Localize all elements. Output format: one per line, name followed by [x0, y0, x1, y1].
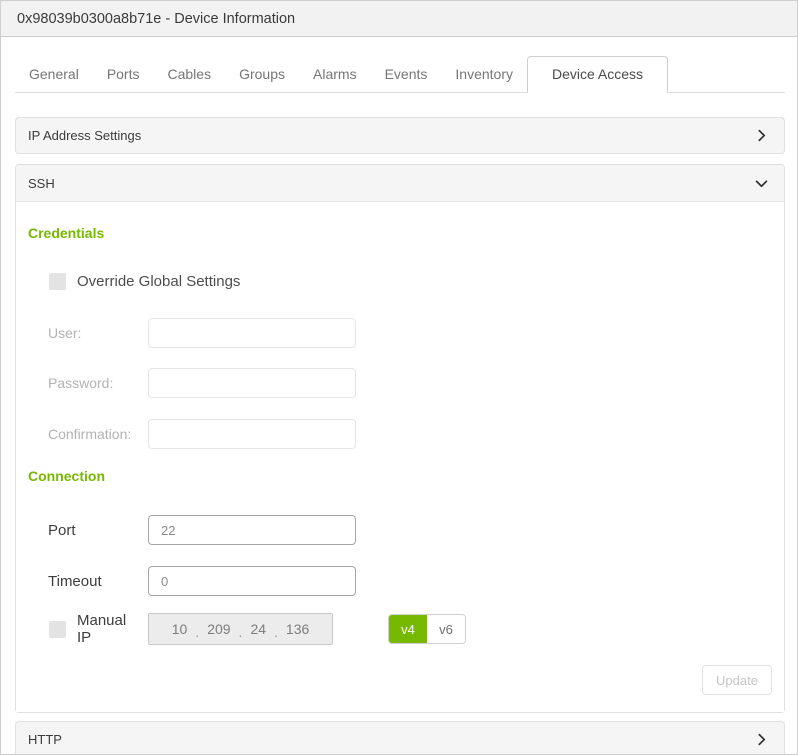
override-global-settings-checkbox[interactable] — [49, 273, 66, 290]
update-button-row: Update — [28, 665, 772, 695]
tab-bar: General Ports Cables Groups Alarms Event… — [15, 56, 785, 93]
credentials-heading: Credentials — [28, 226, 772, 240]
http-label: HTTP — [28, 732, 62, 747]
ip-address-settings-panel: IP Address Settings — [15, 117, 785, 154]
chevron-right-icon — [755, 733, 768, 746]
dialog-content: General Ports Cables Groups Alarms Event… — [1, 56, 797, 755]
user-label: User: — [48, 325, 148, 341]
http-header[interactable]: HTTP — [15, 721, 785, 755]
tab-inventory[interactable]: Inventory — [441, 57, 527, 92]
override-global-settings-label: Override Global Settings — [77, 273, 240, 290]
dialog-titlebar: 0x98039b0300a8b71e - Device Information — [1, 1, 797, 37]
ip-version-toggle: v4 v6 — [388, 614, 466, 644]
ssh-header[interactable]: SSH — [16, 165, 784, 202]
tab-device-access[interactable]: Device Access — [527, 56, 668, 93]
confirmation-input[interactable] — [148, 419, 356, 449]
port-input[interactable] — [148, 515, 356, 545]
tab-general[interactable]: General — [15, 57, 93, 92]
ssh-panel: SSH Credentials Override Global Settings… — [15, 164, 785, 713]
manual-ip-label: Manual IP — [77, 612, 137, 646]
tab-ports[interactable]: Ports — [93, 57, 154, 92]
port-field-row: Port — [48, 515, 772, 545]
chevron-right-icon — [755, 129, 768, 142]
ip-version-v4-button[interactable]: v4 — [389, 615, 427, 643]
dialog-title: 0x98039b0300a8b71e - Device Information — [17, 11, 295, 27]
chevron-down-icon — [755, 177, 768, 190]
tab-events[interactable]: Events — [371, 57, 442, 92]
confirmation-field-row: Confirmation: — [48, 419, 772, 449]
ip-address-settings-label: IP Address Settings — [28, 128, 141, 143]
user-field-row: User: — [48, 318, 772, 348]
manual-ip-row: Manual IP 10 . 209 . 24 . 136 v4 v6 — [28, 613, 772, 645]
tab-alarms[interactable]: Alarms — [299, 57, 371, 92]
timeout-label: Timeout — [48, 573, 148, 590]
tab-groups[interactable]: Groups — [225, 57, 299, 92]
ip-octet-4: 136 — [280, 621, 315, 637]
ssh-label: SSH — [28, 176, 55, 191]
ip-version-v6-button[interactable]: v6 — [427, 615, 465, 643]
ip-octet-2: 209 — [201, 621, 236, 637]
ip-dot: . — [272, 624, 280, 640]
ip-dot: . — [237, 624, 245, 640]
manual-ip-checkbox[interactable] — [49, 621, 66, 638]
tab-cables[interactable]: Cables — [154, 57, 226, 92]
ip-dot: . — [193, 624, 201, 640]
http-panel: HTTP — [15, 721, 785, 755]
connection-heading: Connection — [28, 469, 772, 483]
update-button[interactable]: Update — [702, 665, 772, 695]
password-field-row: Password: — [48, 368, 772, 398]
user-input[interactable] — [148, 318, 356, 348]
timeout-field-row: Timeout — [48, 566, 772, 596]
password-label: Password: — [48, 375, 148, 391]
override-global-settings-row: Override Global Settings — [28, 272, 772, 290]
ip-octet-3: 24 — [244, 621, 272, 637]
manual-ip-input[interactable]: 10 . 209 . 24 . 136 — [148, 613, 333, 645]
ip-address-settings-header[interactable]: IP Address Settings — [15, 117, 785, 154]
device-information-dialog: 0x98039b0300a8b71e - Device Information … — [0, 0, 798, 755]
ip-octet-1: 10 — [166, 621, 194, 637]
password-input[interactable] — [148, 368, 356, 398]
ssh-body: Credentials Override Global Settings Use… — [16, 226, 784, 712]
confirmation-label: Confirmation: — [48, 426, 148, 442]
port-label: Port — [48, 522, 148, 539]
timeout-input[interactable] — [148, 566, 356, 596]
